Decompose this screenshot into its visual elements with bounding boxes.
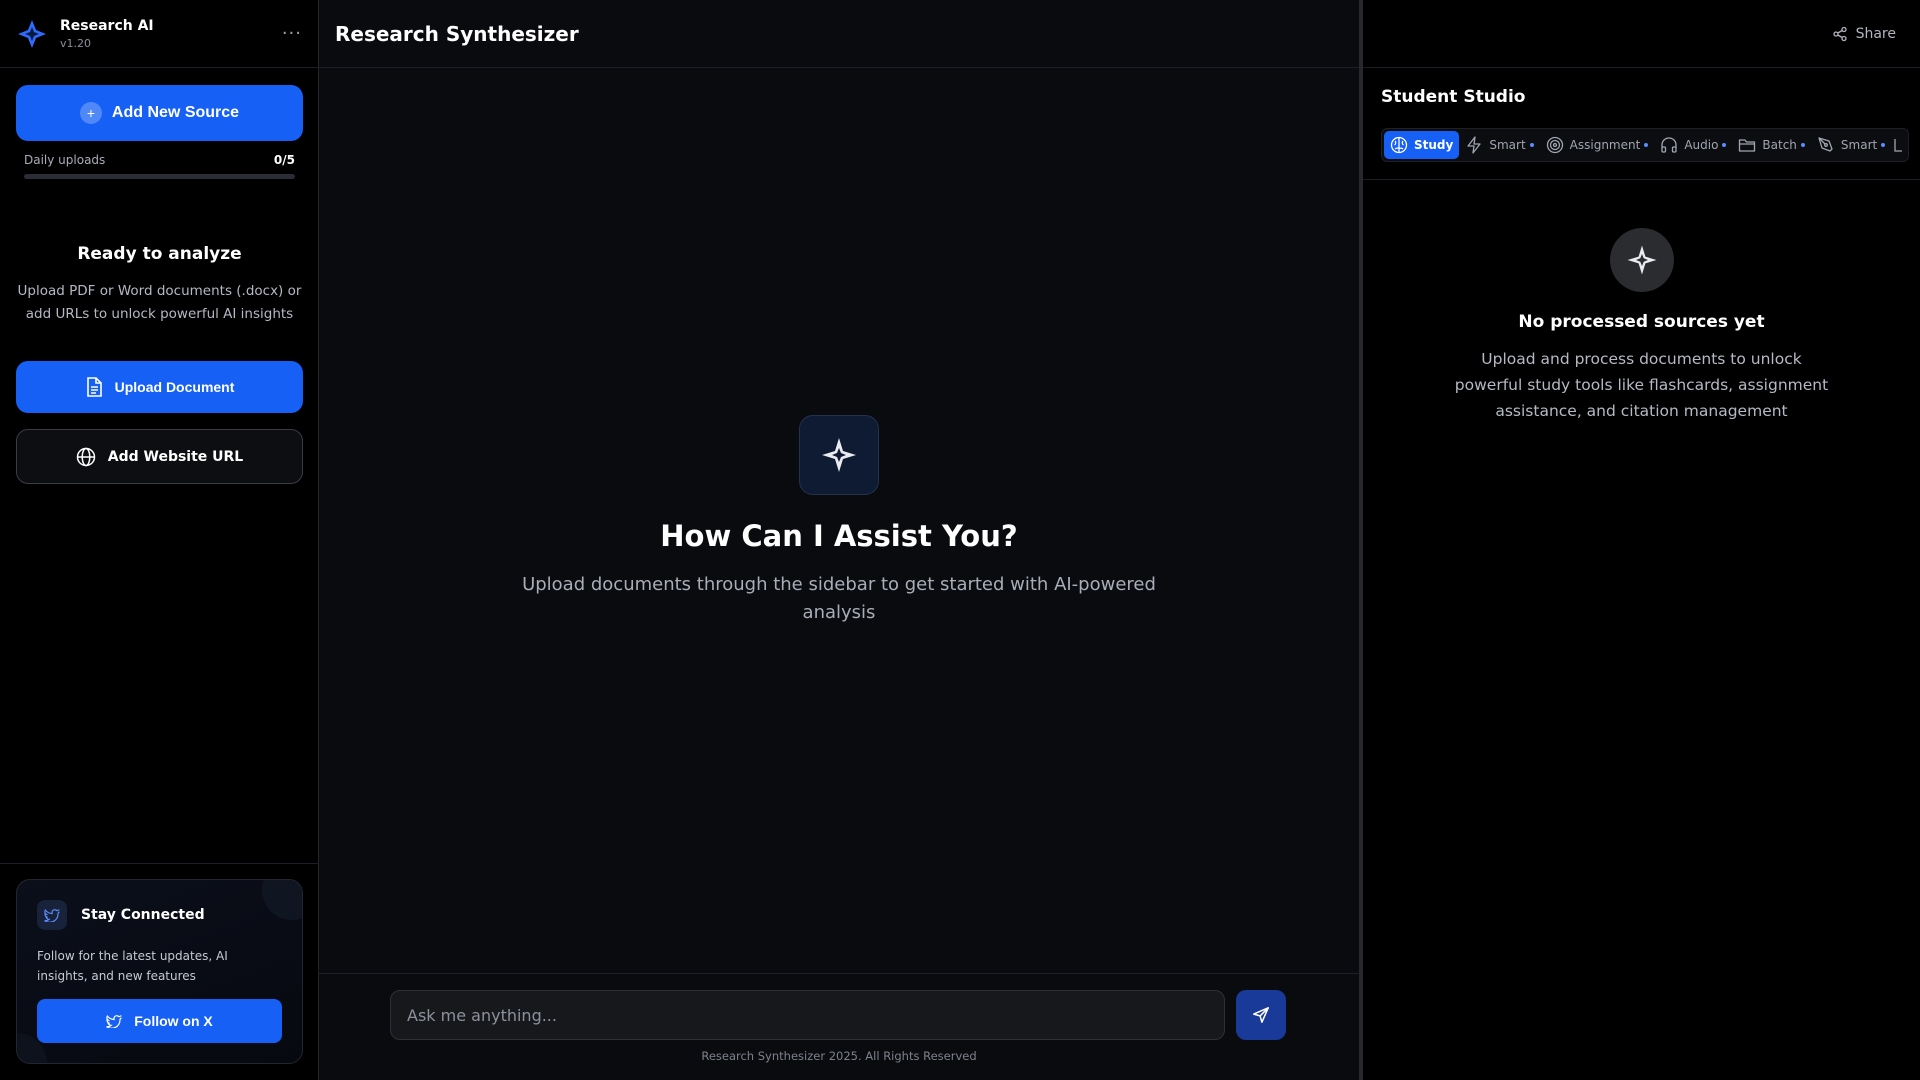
plus-icon: + <box>79 102 102 124</box>
tab-overflow[interactable] <box>1891 131 1908 159</box>
empty-state-title: No processed sources yet <box>1518 312 1765 332</box>
tab-audio[interactable]: Audio <box>1654 131 1732 159</box>
app-version: v1.20 <box>60 36 92 50</box>
stay-connected-card: Stay Connected Follow for the latest upd… <box>16 879 303 1064</box>
chat-composer: Research Synthesizer 2025. All Rights Re… <box>319 973 1359 1080</box>
tab-indicator-dot <box>1800 143 1805 147</box>
research-ai-logo-icon <box>18 19 46 48</box>
empty-state-description: Upload and process documents to unlock p… <box>1454 350 1829 420</box>
hero-subtitle: Upload documents through the sidebar to … <box>522 574 1156 623</box>
footer-copyright: Research Synthesizer 2025. All Rights Re… <box>701 1049 977 1063</box>
tab-study[interactable]: Study <box>1384 131 1460 159</box>
ready-to-analyze: Ready to analyze Upload PDF or Word docu… <box>16 244 303 326</box>
follow-on-x-button[interactable]: Follow on X <box>37 999 282 1043</box>
page-title: Research Synthesizer <box>335 21 579 46</box>
clipped-tab-icon <box>1894 139 1903 152</box>
pen-tool-icon <box>1818 137 1833 152</box>
share-icon <box>1832 26 1847 41</box>
twitter-icon <box>37 900 67 930</box>
tab-assignment[interactable]: Assignment <box>1540 131 1655 159</box>
sidebar-divider <box>0 863 319 864</box>
studio-tabs: Study Smart Assignment Audio Batch Smart <box>1381 128 1909 162</box>
tab-smart-2[interactable]: Smart <box>1811 131 1891 159</box>
panel-divider <box>1363 179 1920 180</box>
tab-indicator-dot <box>1722 143 1727 147</box>
share-button[interactable]: Share <box>1832 26 1896 42</box>
tab-indicator-dot <box>1529 143 1534 147</box>
tab-batch[interactable]: Batch <box>1732 131 1811 159</box>
daily-uploads-label: Daily uploads <box>24 153 106 167</box>
headphones-icon <box>1661 137 1677 153</box>
stay-connected-title: Stay Connected <box>81 907 205 923</box>
uploads-progress-bar <box>24 174 295 179</box>
studio-title: Student Studio <box>1381 87 1526 107</box>
tab-assignment-label: Assignment <box>1569 138 1641 152</box>
daily-uploads: Daily uploads 0/5 <box>24 153 295 179</box>
add-website-url-label: Add Website URL <box>107 448 244 465</box>
chat-input[interactable] <box>390 990 1225 1040</box>
sidebar: Research AI v1.20 ··· + Add New Source D… <box>0 0 319 1080</box>
tab-smart-2-label: Smart <box>1840 138 1878 152</box>
upload-document-label: Upload Document <box>114 379 235 395</box>
tab-smart[interactable]: Smart <box>1459 131 1539 159</box>
brand-header: Research AI v1.20 ··· <box>0 0 318 68</box>
add-website-url-button[interactable]: Add Website URL <box>16 429 303 484</box>
add-new-source-button[interactable]: + Add New Source <box>16 85 303 141</box>
lightning-icon <box>1467 136 1481 154</box>
tab-study-label: Study <box>1414 138 1454 152</box>
brain-icon <box>1390 136 1408 154</box>
tab-indicator-dot <box>1644 143 1649 147</box>
send-icon <box>1253 1007 1269 1023</box>
stay-connected-description: Follow for the latest updates, AI insigh… <box>37 949 228 983</box>
main-chat-area: Research Synthesizer How Can I Assist Yo… <box>319 0 1359 1080</box>
tab-smart-label: Smart <box>1489 138 1526 152</box>
tab-batch-label: Batch <box>1762 138 1797 152</box>
send-button[interactable] <box>1236 990 1286 1040</box>
welcome-hero: How Can I Assist You? Upload documents t… <box>319 415 1359 627</box>
more-options-icon[interactable]: ··· <box>282 23 302 44</box>
sparkle-icon <box>1609 228 1674 292</box>
add-new-source-label: Add New Source <box>111 104 240 121</box>
ready-description: Upload PDF or Word documents (.docx) or … <box>17 283 302 322</box>
daily-uploads-count: 0/5 <box>273 153 295 167</box>
empty-state: No processed sources yet Upload and proc… <box>1363 228 1920 424</box>
app-name: Research AI <box>60 17 154 34</box>
globe-icon <box>76 447 95 466</box>
tab-indicator-dot <box>1881 143 1886 147</box>
target-icon <box>1546 136 1563 154</box>
folder-icon <box>1739 139 1756 152</box>
sparkle-icon <box>799 415 879 495</box>
upload-document-button[interactable]: Upload Document <box>16 361 303 413</box>
tab-audio-label: Audio <box>1684 138 1719 152</box>
share-label: Share <box>1855 25 1896 42</box>
main-header: Research Synthesizer <box>319 0 1359 68</box>
follow-on-x-label: Follow on X <box>134 1013 213 1029</box>
right-header: Share <box>1363 0 1920 68</box>
hero-title: How Can I Assist You? <box>660 519 1018 553</box>
ready-title: Ready to analyze <box>77 244 242 264</box>
student-studio-panel: Share Student Studio Study Smart Assignm… <box>1359 0 1920 1080</box>
twitter-icon <box>106 1014 123 1028</box>
document-icon <box>86 377 102 397</box>
